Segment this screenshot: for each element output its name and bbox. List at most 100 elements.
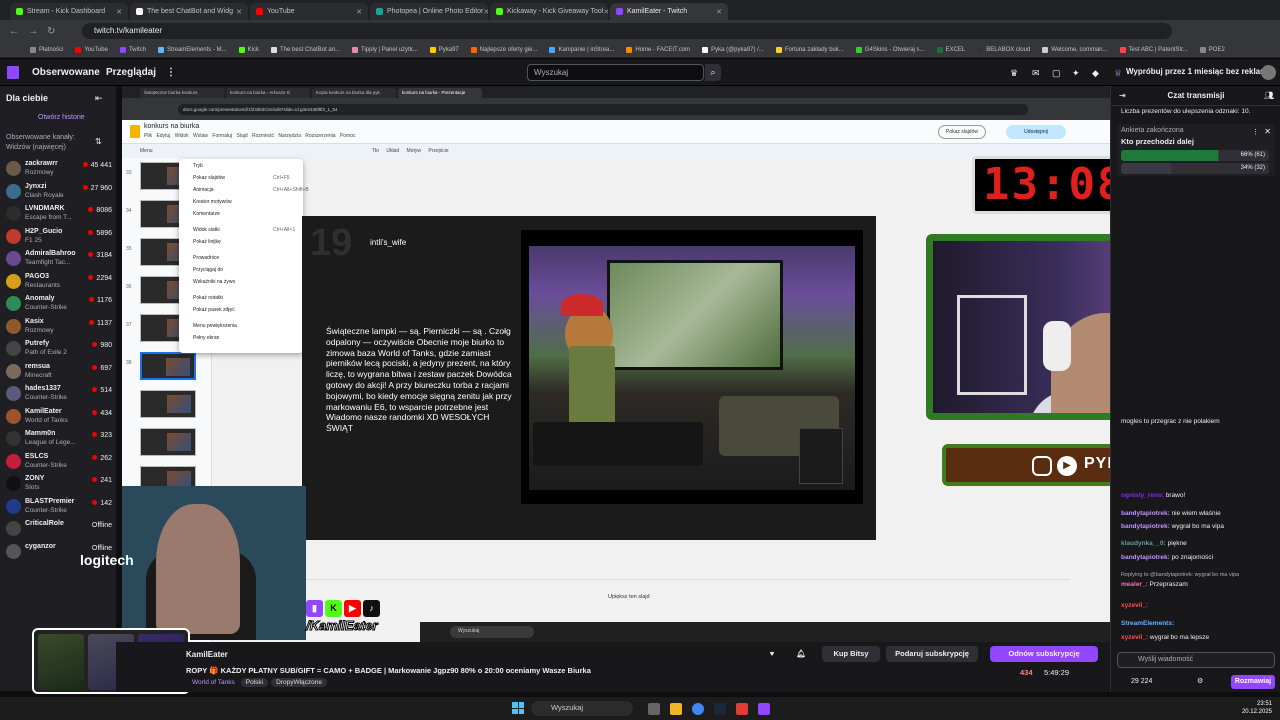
resub-button[interactable]: Odnów subskrypcję — [990, 646, 1098, 662]
chat-username[interactable]: xyzevil_: — [1121, 602, 1148, 609]
reload-icon[interactable]: ↻ — [47, 26, 55, 37]
chat-username[interactable]: xyzevil_: — [1121, 634, 1148, 641]
whisper-icon[interactable]: ▢ — [1052, 68, 1061, 79]
chat-send-button[interactable]: Rozmawiaj — [1231, 675, 1275, 689]
channel-points[interactable]: 29 224 — [1131, 678, 1152, 685]
streamer-name[interactable]: KamilEater — [186, 650, 228, 659]
prime-promo[interactable]: Wypróbuj przez 1 miesiąc bez reklam — [1126, 67, 1267, 76]
sidebar-channel[interactable]: KamilEater World of Tanks 434 — [6, 406, 112, 428]
browser-tab[interactable]: The best ChatBot and Widg ✕ — [130, 3, 248, 20]
bookmark[interactable]: Pyka (@pyka97) /... — [702, 46, 764, 53]
tab-close-icon[interactable]: ✕ — [603, 8, 608, 16]
bookmark[interactable]: G4Skins - Otwieraj s... — [855, 46, 925, 53]
app-icon[interactable] — [736, 703, 748, 715]
bookmark[interactable]: BELABOX cloud — [977, 46, 1030, 53]
collapse-icon[interactable]: ⇤ — [95, 93, 103, 104]
more-icon[interactable]: ⋮ — [166, 67, 176, 78]
tag-language[interactable]: Polski — [240, 678, 269, 687]
browser-tab[interactable]: Kickaway - Kick Giveaway Tool ✕ — [490, 3, 608, 20]
os-search[interactable]: Wyszukaj — [531, 701, 633, 716]
bits-button[interactable]: Kup Bitsy — [822, 646, 880, 662]
search-icon[interactable]: ⌕ — [705, 64, 721, 81]
sidebar-channel[interactable]: BLASTPremier Counter-Strike 142 — [6, 496, 112, 518]
notifications-icon[interactable]: ✦ — [1072, 68, 1080, 79]
bookmark[interactable]: Welcome, comman... — [1042, 46, 1108, 53]
tab-close-icon[interactable]: ✕ — [716, 8, 722, 16]
back-icon[interactable]: ← — [9, 26, 19, 37]
explorer-icon[interactable] — [670, 703, 682, 715]
heart-icon[interactable]: ♥ — [764, 646, 780, 662]
poll-close-icon[interactable]: ✕ — [1264, 127, 1271, 136]
open-history-link[interactable]: Otwórz historie — [38, 114, 85, 121]
browser-tab[interactable]: YouTube ✕ — [250, 3, 368, 20]
tab-close-icon[interactable]: ✕ — [356, 8, 362, 16]
video-player[interactable]: Świąteczne biurka konkurs konkurs na biur… — [122, 86, 1110, 642]
chrome-icon[interactable] — [692, 703, 704, 715]
windows-start-icon[interactable] — [512, 702, 524, 714]
bookmark[interactable]: StreamElements - M... — [157, 46, 227, 53]
bookmark[interactable]: Test ABC | PatentStr... — [1119, 46, 1188, 53]
sidebar-channel[interactable]: Putrefy Path of Exile 2 980 — [6, 338, 112, 360]
tab-close-icon[interactable]: ✕ — [236, 8, 242, 16]
bookmark[interactable]: YouTube — [75, 46, 108, 53]
nav-following[interactable]: Obserwowane — [32, 67, 100, 78]
sidebar-channel[interactable]: LVNDMARK Escape from T... 8086 — [6, 203, 112, 225]
sidebar-channel[interactable]: remsua Minecraft 697 — [6, 361, 112, 383]
bookmark[interactable]: Płatności — [30, 46, 63, 53]
bits-icon[interactable]: ◆ — [1092, 68, 1099, 79]
inbox-icon[interactable]: ✉ — [1032, 68, 1040, 79]
bookmark[interactable]: Home - FACEIT.com — [626, 46, 690, 53]
crown-icon[interactable]: ♛ — [1010, 68, 1018, 79]
url-field[interactable]: twitch.tv/kamileater — [82, 23, 1172, 39]
tab-close-icon[interactable]: ✕ — [116, 8, 122, 16]
nav-browse[interactable]: Przeglądaj — [106, 67, 156, 78]
bookmark[interactable]: Kampanie | inStrea... — [549, 46, 614, 53]
sidebar-channel[interactable]: H2P_Gucio F1 25 5896 — [6, 226, 112, 248]
sidebar-channel[interactable]: ESLCS Counter-Strike 262 — [6, 451, 112, 473]
settings-icon[interactable]: ⚙ — [1197, 677, 1203, 685]
collapse-chat-icon[interactable]: ⇥ — [1119, 91, 1126, 100]
task-view-icon[interactable] — [648, 703, 660, 715]
bookmark[interactable]: EXCEL — [936, 46, 965, 53]
bookmark[interactable]: The best ChatBot an... — [270, 46, 340, 53]
sidebar-channel[interactable]: CriticalRole Offline — [6, 518, 112, 540]
chat-username[interactable]: bandytapiotrek: — [1121, 510, 1170, 517]
users-icon[interactable]: 👥︎ — [1264, 91, 1274, 100]
bookmark[interactable]: Tipply | Panel użytk... — [352, 46, 418, 53]
chat-username[interactable]: ognisty_reno: — [1121, 492, 1164, 499]
bookmark[interactable]: Najlepsze oferty gie... — [470, 46, 537, 53]
forward-icon[interactable]: → — [28, 26, 38, 37]
chat-username[interactable]: bandytapiotrek: — [1121, 523, 1170, 530]
steam-icon[interactable] — [714, 703, 726, 715]
poll-more-icon[interactable]: ⋮ — [1252, 128, 1259, 136]
sidebar-channel[interactable]: Mamm0n League of Lege... 323 — [6, 428, 112, 450]
sidebar-channel[interactable]: zackrawrr Rozmowy 45 441 — [6, 158, 112, 180]
sidebar-channel[interactable]: Kasix Rozmowy 1137 — [6, 316, 112, 338]
sidebar-channel[interactable]: Anomaly Counter-Strike 1176 — [6, 293, 112, 315]
sidebar-channel[interactable]: PAGO3 Restaurants 2294 — [6, 271, 112, 293]
user-avatar[interactable] — [1261, 65, 1276, 80]
app2-icon[interactable] — [758, 703, 770, 715]
bookmark[interactable]: Twitch — [119, 46, 146, 53]
notify-bell-icon[interactable]: 🔔︎ — [790, 646, 812, 662]
sidebar-channel[interactable]: ZONY Slots 241 — [6, 473, 112, 495]
bookmark[interactable]: Kick — [238, 46, 259, 53]
tab-close-icon[interactable]: ✕ — [483, 8, 488, 16]
browser-tab[interactable]: Stream - Kick Dashboard ✕ — [10, 3, 128, 20]
tag-drops[interactable]: DropyWłączone — [271, 678, 327, 687]
browser-tab[interactable]: Photopea | Online Photo Editor ✕ — [370, 3, 488, 20]
chat-username[interactable]: bandytapiotrek: — [1121, 554, 1170, 561]
chat-username[interactable]: StreamElements: — [1121, 620, 1174, 627]
sidebar-channel[interactable]: hades1337 Counter-Strike 514 — [6, 383, 112, 405]
sidebar-channel[interactable]: AdmiralBahroo Teamfight Tac... 3184 — [6, 248, 112, 270]
game-link[interactable]: World of Tanks — [192, 679, 235, 686]
chat-input[interactable]: Wyślij wiadomość — [1117, 652, 1275, 668]
bookmark[interactable]: Fortuna zakłady buk... — [775, 46, 844, 53]
browser-tab[interactable]: KamilEater - Twitch ✕ — [610, 3, 728, 20]
sidebar-channel[interactable]: Jynxzi Clash Royale 27 960 — [6, 181, 112, 203]
sort-icon[interactable]: ⇅ — [95, 137, 102, 146]
bookmark[interactable]: POE2 — [1199, 46, 1225, 53]
search-input[interactable]: Wyszukaj — [527, 64, 704, 81]
twitch-logo-icon[interactable] — [7, 66, 19, 79]
bookmark[interactable]: Pyka97 — [429, 46, 459, 53]
